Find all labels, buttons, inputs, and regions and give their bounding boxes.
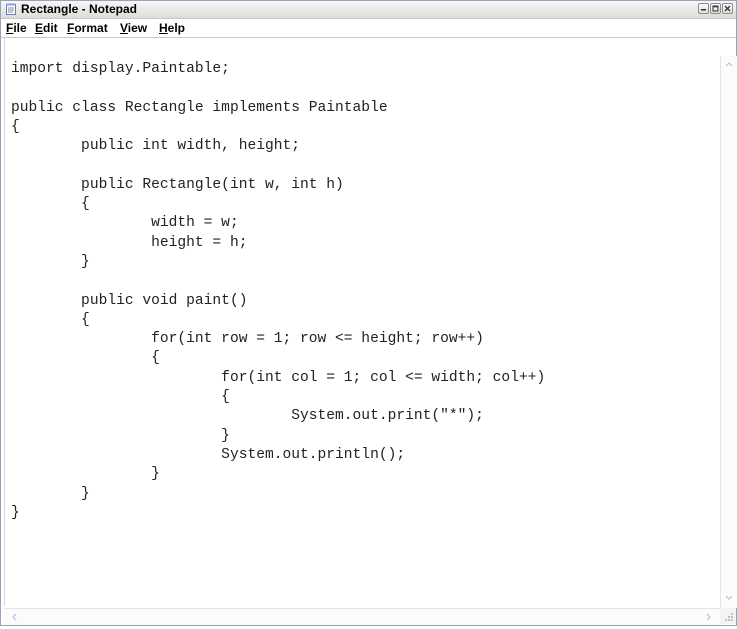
title-bar[interactable]: Rectangle - Notepad (1, 1, 736, 19)
menu-help[interactable]: Help (159, 21, 185, 35)
scroll-right-icon[interactable] (701, 609, 717, 625)
menu-view[interactable]: View (120, 21, 147, 35)
scroll-down-icon[interactable] (721, 590, 737, 606)
notepad-icon (6, 3, 16, 15)
minimize-icon (701, 9, 706, 11)
close-icon (724, 5, 731, 12)
menu-format[interactable]: Format (67, 21, 108, 35)
notepad-window: Rectangle - Notepad File Edit Format Vie… (0, 0, 737, 626)
text-editor[interactable]: import display.Paintable; public class R… (4, 38, 721, 606)
resize-grip[interactable] (720, 608, 736, 624)
vertical-scrollbar[interactable] (720, 56, 737, 608)
resize-grip-icon (725, 613, 733, 621)
maximize-icon (712, 5, 719, 12)
menu-edit[interactable]: Edit (35, 21, 58, 35)
menu-bar: File Edit Format View Help (1, 19, 736, 38)
menu-file[interactable]: File (6, 21, 27, 35)
minimize-button[interactable] (698, 3, 709, 14)
scroll-left-icon[interactable] (6, 609, 22, 625)
window-title: Rectangle - Notepad (21, 2, 138, 16)
close-button[interactable] (722, 3, 733, 14)
scroll-up-icon[interactable] (721, 56, 737, 72)
horizontal-scrollbar[interactable] (4, 608, 720, 625)
maximize-button[interactable] (710, 3, 721, 14)
editor-text[interactable]: import display.Paintable; public class R… (11, 60, 545, 523)
